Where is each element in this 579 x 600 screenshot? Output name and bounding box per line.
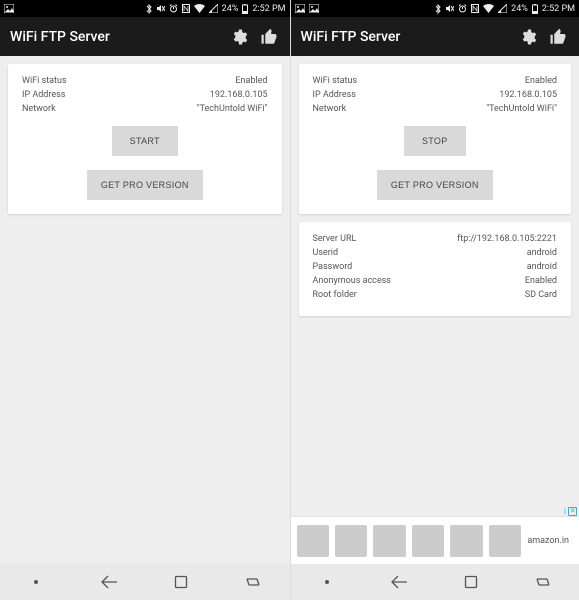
server-url-row: Server URL ftp://192.168.0.105:2221 [313,232,558,246]
mute-icon [445,4,454,13]
wifi-status-value: Enabled [235,74,267,88]
stop-button[interactable]: STOP [404,126,466,156]
network-label: Network [313,102,347,116]
status-bar: 24% 2:52 PM [0,0,290,17]
signal-icon [498,4,507,13]
ad-thumb[interactable] [489,525,521,557]
ad-strip[interactable]: i ✕ amazon.in [291,516,579,564]
picture-icon [4,4,14,13]
settings-icon[interactable] [517,26,539,48]
content-area: WiFi status Enabled IP Address 192.168.0… [0,56,290,600]
password-label: Password [313,260,353,274]
home-icon[interactable] [171,572,191,592]
nfc-icon [182,4,190,13]
thumbs-up-icon[interactable] [258,26,280,48]
ad-choices-icon[interactable]: i [564,507,566,516]
ip-label: IP Address [313,88,356,102]
ad-badge[interactable]: i ✕ [564,507,577,516]
wifi-status-label: WiFi status [22,74,67,88]
ad-thumb[interactable] [335,525,367,557]
app-title: WiFi FTP Server [301,29,510,45]
thumbs-up-icon[interactable] [547,26,569,48]
password-value: android [527,260,557,274]
ad-thumb[interactable] [412,525,444,557]
app-bar: WiFi FTP Server [0,17,290,56]
battery-icon [532,4,538,14]
back-icon[interactable] [389,572,409,592]
nfc-icon [471,4,479,13]
ad-thumb[interactable] [450,525,483,557]
alarm-icon [169,4,178,13]
left-phone: 24% 2:52 PM WiFi FTP Server WiFi status … [0,0,290,600]
wifi-status-label: WiFi status [313,74,358,88]
signal-icon [209,4,218,13]
mute-icon [156,4,165,13]
nav-dot[interactable] [317,572,337,592]
battery-text: 24% [222,4,239,14]
server-url-value: ftp://192.168.0.105:2221 [457,232,557,246]
anon-value: Enabled [525,274,557,288]
wifi-icon [194,4,205,13]
app-title: WiFi FTP Server [10,29,220,45]
battery-icon [242,4,248,14]
network-label: Network [22,102,56,116]
status-card: WiFi status Enabled IP Address 192.168.0… [299,64,572,214]
network-value: "TechUntold WiFi" [486,102,557,116]
start-button[interactable]: START [112,126,178,156]
network-value: "TechUntold WiFi" [197,102,268,116]
server-info-card: Server URL ftp://192.168.0.105:2221 User… [299,222,572,316]
bluetooth-icon [435,4,441,14]
wifi-status-row: WiFi status Enabled [313,74,558,88]
wifi-icon [483,4,494,13]
password-row: Password android [313,260,558,274]
get-pro-button[interactable]: GET PRO VERSION [87,170,203,200]
anon-row: Anonymous access Enabled [313,274,558,288]
clock-text: 2:52 PM [252,4,285,14]
ip-row: IP Address 192.168.0.105 [22,88,268,102]
root-value: SD Card [525,288,557,302]
userid-row: Userid android [313,246,558,260]
picture-icon [295,4,305,13]
battery-text: 24% [511,4,528,14]
ip-row: IP Address 192.168.0.105 [313,88,558,102]
ad-thumb[interactable] [297,525,329,557]
nav-bar [291,564,579,600]
anon-label: Anonymous access [313,274,391,288]
clock-text: 2:52 PM [542,4,575,14]
bluetooth-icon [146,4,152,14]
status-bar: 24% 2:52 PM [291,0,579,17]
nav-bar [0,564,290,600]
picture-icon [309,4,319,13]
wifi-status-value: Enabled [525,74,557,88]
root-label: Root folder [313,288,357,302]
status-card: WiFi status Enabled IP Address 192.168.0… [8,64,282,214]
ad-close-icon[interactable]: ✕ [568,507,577,516]
recents-icon[interactable] [243,572,263,592]
recents-icon[interactable] [533,572,553,592]
userid-value: android [527,246,557,260]
network-row: Network "TechUntold WiFi" [313,102,558,116]
settings-icon[interactable] [228,26,250,48]
ip-value: 192.168.0.105 [499,88,557,102]
right-phone: 24% 2:52 PM WiFi FTP Server WiFi status … [290,0,579,600]
ad-brand[interactable]: amazon.in [527,536,573,546]
ip-value: 192.168.0.105 [210,88,268,102]
nav-dot[interactable] [26,572,46,592]
get-pro-button[interactable]: GET PRO VERSION [377,170,493,200]
back-icon[interactable] [99,572,119,592]
wifi-status-row: WiFi status Enabled [22,74,268,88]
root-row: Root folder SD Card [313,288,558,302]
alarm-icon [458,4,467,13]
app-bar: WiFi FTP Server [291,17,579,56]
ad-thumb[interactable] [373,525,405,557]
network-row: Network "TechUntold WiFi" [22,102,268,116]
server-url-label: Server URL [313,232,357,246]
ip-label: IP Address [22,88,65,102]
home-icon[interactable] [461,572,481,592]
userid-label: Userid [313,246,339,260]
